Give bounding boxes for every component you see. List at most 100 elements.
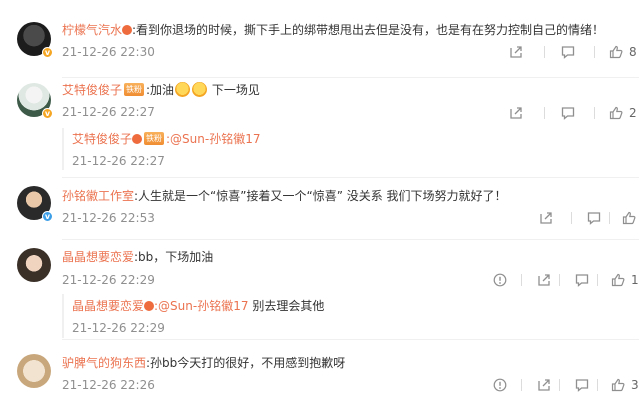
timestamp: 21-12-26 22:29	[72, 321, 165, 335]
username[interactable]: 驴脾气的狗东西	[62, 356, 146, 370]
share-button[interactable]	[537, 377, 551, 393]
like-button[interactable]: 8	[609, 44, 637, 60]
divider	[597, 274, 598, 286]
reply-line: 艾特俊俊子 铁粉:@Sun-孙铭徽17	[72, 131, 261, 147]
comment-icon	[575, 274, 589, 287]
like-count: 3	[631, 378, 639, 392]
share-button[interactable]	[509, 44, 523, 60]
share-icon	[538, 274, 550, 286]
comment-button[interactable]	[575, 377, 589, 393]
comment-icon	[587, 212, 601, 225]
timestamp: 21-12-26 22:27	[72, 154, 165, 168]
timestamp: 21-12-26 22:27	[62, 105, 155, 119]
comment-item: v 柠檬气汽水 :看到你退场的时候，撕下手上的绑带想甩出去但是没有，也是有在努力控…	[0, 0, 639, 78]
action-bar: 1	[439, 272, 639, 288]
comment-item: 晶晶想要恋爱:bb，下场加油 21-12-26 22:29 1 晶晶想要恋爱:@…	[0, 240, 639, 340]
action-bar: 2	[439, 105, 639, 121]
timestamp: 21-12-26 22:30	[62, 45, 155, 59]
avatar[interactable]	[17, 248, 51, 282]
like-count: 2	[629, 106, 637, 120]
comment-item: v 孙铭徽工作室:人生就是一个“惊喜”接着又一个“惊喜” 没关系 我们下场努力就…	[0, 178, 639, 240]
reply-line: 晶晶想要恋爱 :@Sun-孙铭徽17 别去理会其他	[72, 298, 324, 314]
like-count: 1	[631, 273, 639, 287]
comment-button[interactable]	[575, 272, 589, 288]
fan-icon	[144, 300, 155, 311]
avatar[interactable]	[17, 354, 51, 388]
divider	[559, 274, 560, 286]
share-icon	[538, 379, 550, 391]
like-count: 8	[629, 45, 637, 59]
username[interactable]: 晶晶想要恋爱	[62, 250, 134, 264]
share-button[interactable]	[509, 105, 523, 121]
verified-badge-icon: v	[42, 211, 53, 222]
like-button[interactable]	[622, 210, 636, 226]
fan-icon	[132, 133, 143, 144]
mention-link[interactable]: :@Sun-孙铭徽17	[154, 299, 248, 313]
report-button[interactable]	[493, 272, 507, 288]
timestamp: 21-12-26 22:29	[62, 273, 155, 287]
comment-line: 晶晶想要恋爱:bb，下场加油	[62, 249, 213, 265]
comment-button[interactable]	[561, 105, 575, 121]
divider	[521, 274, 522, 286]
divider	[594, 46, 595, 58]
mention-link[interactable]: :@Sun-孙铭徽17	[166, 132, 260, 146]
timestamp: 21-12-26 22:53	[62, 211, 155, 225]
share-icon	[540, 212, 552, 224]
timestamp: 21-12-26 22:26	[62, 378, 155, 392]
fan-badge: 铁粉	[144, 132, 165, 145]
comment-button[interactable]	[561, 44, 575, 60]
thumbs-up-icon	[609, 45, 623, 59]
divider	[559, 379, 560, 391]
like-button[interactable]: 3	[611, 377, 639, 393]
share-icon	[510, 107, 522, 119]
username[interactable]: 艾特俊俊子	[62, 83, 122, 97]
action-bar: 8	[439, 44, 639, 60]
reply-text: 别去理会其他	[248, 299, 325, 313]
share-button[interactable]	[539, 210, 553, 226]
action-bar: 3	[439, 377, 639, 393]
username[interactable]: 柠檬气汽水	[62, 23, 122, 37]
comment-icon	[561, 46, 575, 59]
comment-text: :孙bb今天打的很好，不用感到抱歉呀	[146, 356, 346, 370]
username[interactable]: 艾特俊俊子	[72, 132, 132, 146]
verified-badge-icon: v	[42, 108, 53, 119]
emoji-icon	[192, 82, 208, 97]
divider	[597, 379, 598, 391]
comment-text: :bb，下场加油	[134, 250, 214, 264]
like-button[interactable]: 1	[611, 272, 639, 288]
comment-line: 孙铭徽工作室:人生就是一个“惊喜”接着又一个“惊喜” 没关系 我们下场努力就好了…	[62, 188, 507, 204]
verified-badge-icon: v	[42, 47, 53, 58]
username[interactable]: 孙铭徽工作室	[62, 189, 134, 203]
thumbs-up-icon	[609, 106, 623, 120]
comment-item: 驴脾气的狗东西:孙bb今天打的很好，不用感到抱歉呀 21-12-26 22:26…	[0, 340, 639, 397]
username[interactable]: 晶晶想要恋爱	[72, 299, 144, 313]
report-icon	[493, 273, 507, 287]
comment-line: 艾特俊俊子 铁粉:加油 下一场见	[62, 82, 260, 98]
share-icon	[510, 46, 522, 58]
fan-badge: 铁粉	[124, 83, 145, 96]
comment-line: 柠檬气汽水 :看到你退场的时候，撕下手上的绑带想甩出去但是没有，也是有在努力控制自…	[62, 22, 604, 38]
report-icon	[493, 378, 507, 392]
comment-text: :加油	[146, 83, 175, 97]
like-button[interactable]: 2	[609, 105, 637, 121]
comment-button[interactable]	[587, 210, 601, 226]
comment-line: 驴脾气的狗东西:孙bb今天打的很好，不用感到抱歉呀	[62, 355, 345, 371]
reply-item: 艾特俊俊子 铁粉:@Sun-孙铭徽17 21-12-26 22:27	[62, 128, 622, 170]
comment-text: :看到你退场的时候，撕下手上的绑带想甩出去但是没有，也是有在努力控制自己的情绪！	[132, 23, 605, 37]
action-bar	[439, 210, 639, 226]
comment-icon	[575, 379, 589, 392]
fan-icon	[122, 24, 133, 35]
divider	[609, 212, 610, 224]
comment-text: :人生就是一个“惊喜”接着又一个“惊喜” 没关系 我们下场努力就好了！	[134, 189, 507, 203]
divider	[594, 107, 595, 119]
divider	[521, 379, 522, 391]
emoji-icon	[175, 82, 191, 97]
report-button[interactable]	[493, 377, 507, 393]
comment-item: v 艾特俊俊子 铁粉:加油 下一场见 21-12-26 22:27 2 艾特俊俊子…	[0, 78, 639, 178]
divider	[544, 46, 545, 58]
share-button[interactable]	[537, 272, 551, 288]
thumbs-up-icon	[611, 273, 625, 287]
comment-text: 下一场见	[208, 83, 260, 97]
thumbs-up-icon	[611, 378, 625, 392]
reply-item: 晶晶想要恋爱 :@Sun-孙铭徽17 别去理会其他 21-12-26 22:29	[62, 294, 622, 338]
